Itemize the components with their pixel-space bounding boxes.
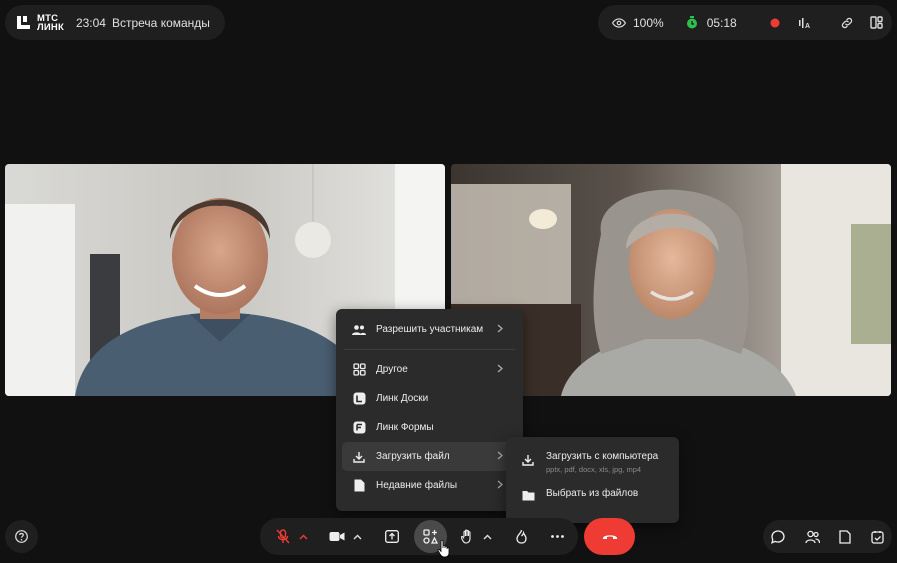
call-controls xyxy=(260,518,578,555)
people-icon xyxy=(352,323,366,337)
menu-item-link-boards[interactable]: Линк Доски xyxy=(342,384,517,413)
record-indicator[interactable] xyxy=(770,18,780,28)
submenu-item-upload-from-computer[interactable]: Загрузить с компьютера pptx, pdf, docx, … xyxy=(512,445,673,480)
menu-item-label: Линк Доски xyxy=(376,393,429,404)
share-screen-button[interactable] xyxy=(376,520,408,553)
meeting-info-bar: МТС ЛИНК 23:04 Встреча команды xyxy=(5,5,225,40)
menu-item-label: Другое xyxy=(376,364,408,375)
chevron-right-icon xyxy=(497,451,503,463)
attach-menu: Разрешить участникам Другое Линк Доски Л… xyxy=(336,309,523,511)
visibility-percent: 100% xyxy=(633,15,664,30)
camera-options-button[interactable] xyxy=(350,520,364,553)
board-icon xyxy=(352,392,366,406)
logo-mark-icon xyxy=(17,16,30,29)
reaction-button[interactable] xyxy=(506,520,535,553)
meeting-time: 23:04 xyxy=(75,15,106,30)
help-icon xyxy=(15,530,28,543)
menu-item-label: Недавние файлы xyxy=(376,480,458,491)
document-icon xyxy=(352,479,366,493)
menu-divider xyxy=(344,349,515,350)
share-screen-icon xyxy=(385,530,400,543)
menu-item-other[interactable]: Другое xyxy=(342,355,517,384)
raise-hand-button[interactable] xyxy=(453,520,480,553)
mts-link-logo: МТС ЛИНК xyxy=(15,13,64,33)
chevron-up-icon xyxy=(483,534,492,540)
mic-toggle-button[interactable] xyxy=(269,520,296,553)
menu-item-label: Линк Формы xyxy=(376,422,434,433)
hang-up-icon xyxy=(602,533,618,540)
logo-line2: ЛИНК xyxy=(37,21,64,33)
download-icon xyxy=(352,450,366,464)
submenu-item-label: Выбрать из файлов xyxy=(546,488,639,499)
chevron-right-icon xyxy=(497,324,503,336)
chat-icon[interactable] xyxy=(771,529,785,544)
mic-options-button[interactable] xyxy=(296,520,310,553)
menu-item-label: Разрешить участникам xyxy=(376,324,484,335)
submenu-item-label: Загрузить с компьютера xyxy=(546,451,659,462)
notes-icon[interactable] xyxy=(839,529,851,544)
svg-text:A: A xyxy=(805,23,810,30)
menu-item-upload-file[interactable]: Загрузить файл xyxy=(342,442,517,471)
side-panels-bar xyxy=(763,520,892,553)
mic-muted-icon xyxy=(276,529,290,544)
timer-icon xyxy=(686,16,698,29)
more-button[interactable] xyxy=(543,520,572,553)
meeting-title: Встреча команды xyxy=(111,15,210,30)
chevron-right-icon xyxy=(497,364,503,376)
submenu-item-choose-from-files[interactable]: Выбрать из файлов xyxy=(512,482,673,508)
raise-hand-icon xyxy=(460,529,474,544)
camera-icon xyxy=(329,531,345,542)
menu-item-recent-files[interactable]: Недавние файлы xyxy=(342,471,517,500)
supported-formats-hint: pptx, pdf, docx, xls, jpg, mp4 xyxy=(546,465,642,474)
menu-item-link-forms[interactable]: Линк Формы xyxy=(342,413,517,442)
chevron-up-icon xyxy=(299,534,308,540)
upload-submenu: Загрузить с компьютера pptx, pdf, docx, … xyxy=(506,437,679,523)
reaction-icon xyxy=(515,529,528,544)
more-icon xyxy=(550,535,564,538)
eye-icon[interactable] xyxy=(612,16,626,30)
tasks-icon[interactable] xyxy=(871,530,884,544)
participants-icon[interactable] xyxy=(805,530,820,544)
forms-icon xyxy=(352,421,366,435)
meeting-timer: 05:18 xyxy=(706,15,737,30)
apps-icon xyxy=(352,363,366,377)
status-bar: 100% 05:18 A xyxy=(598,5,892,40)
hand-options-button[interactable] xyxy=(481,520,495,553)
mouse-cursor-icon xyxy=(437,539,451,563)
layout-icon[interactable] xyxy=(870,16,883,29)
link-icon[interactable] xyxy=(840,16,854,30)
captions-icon[interactable]: A xyxy=(797,16,811,30)
menu-item-allow-participants[interactable]: Разрешить участникам xyxy=(342,315,517,344)
folder-icon xyxy=(522,488,536,502)
chevron-up-icon xyxy=(353,534,362,540)
chevron-right-icon xyxy=(497,480,503,492)
download-icon xyxy=(522,453,536,467)
help-button[interactable] xyxy=(5,520,38,553)
menu-item-label: Загрузить файл xyxy=(376,451,450,462)
camera-toggle-button[interactable] xyxy=(323,520,350,553)
end-call-button[interactable] xyxy=(584,518,635,555)
